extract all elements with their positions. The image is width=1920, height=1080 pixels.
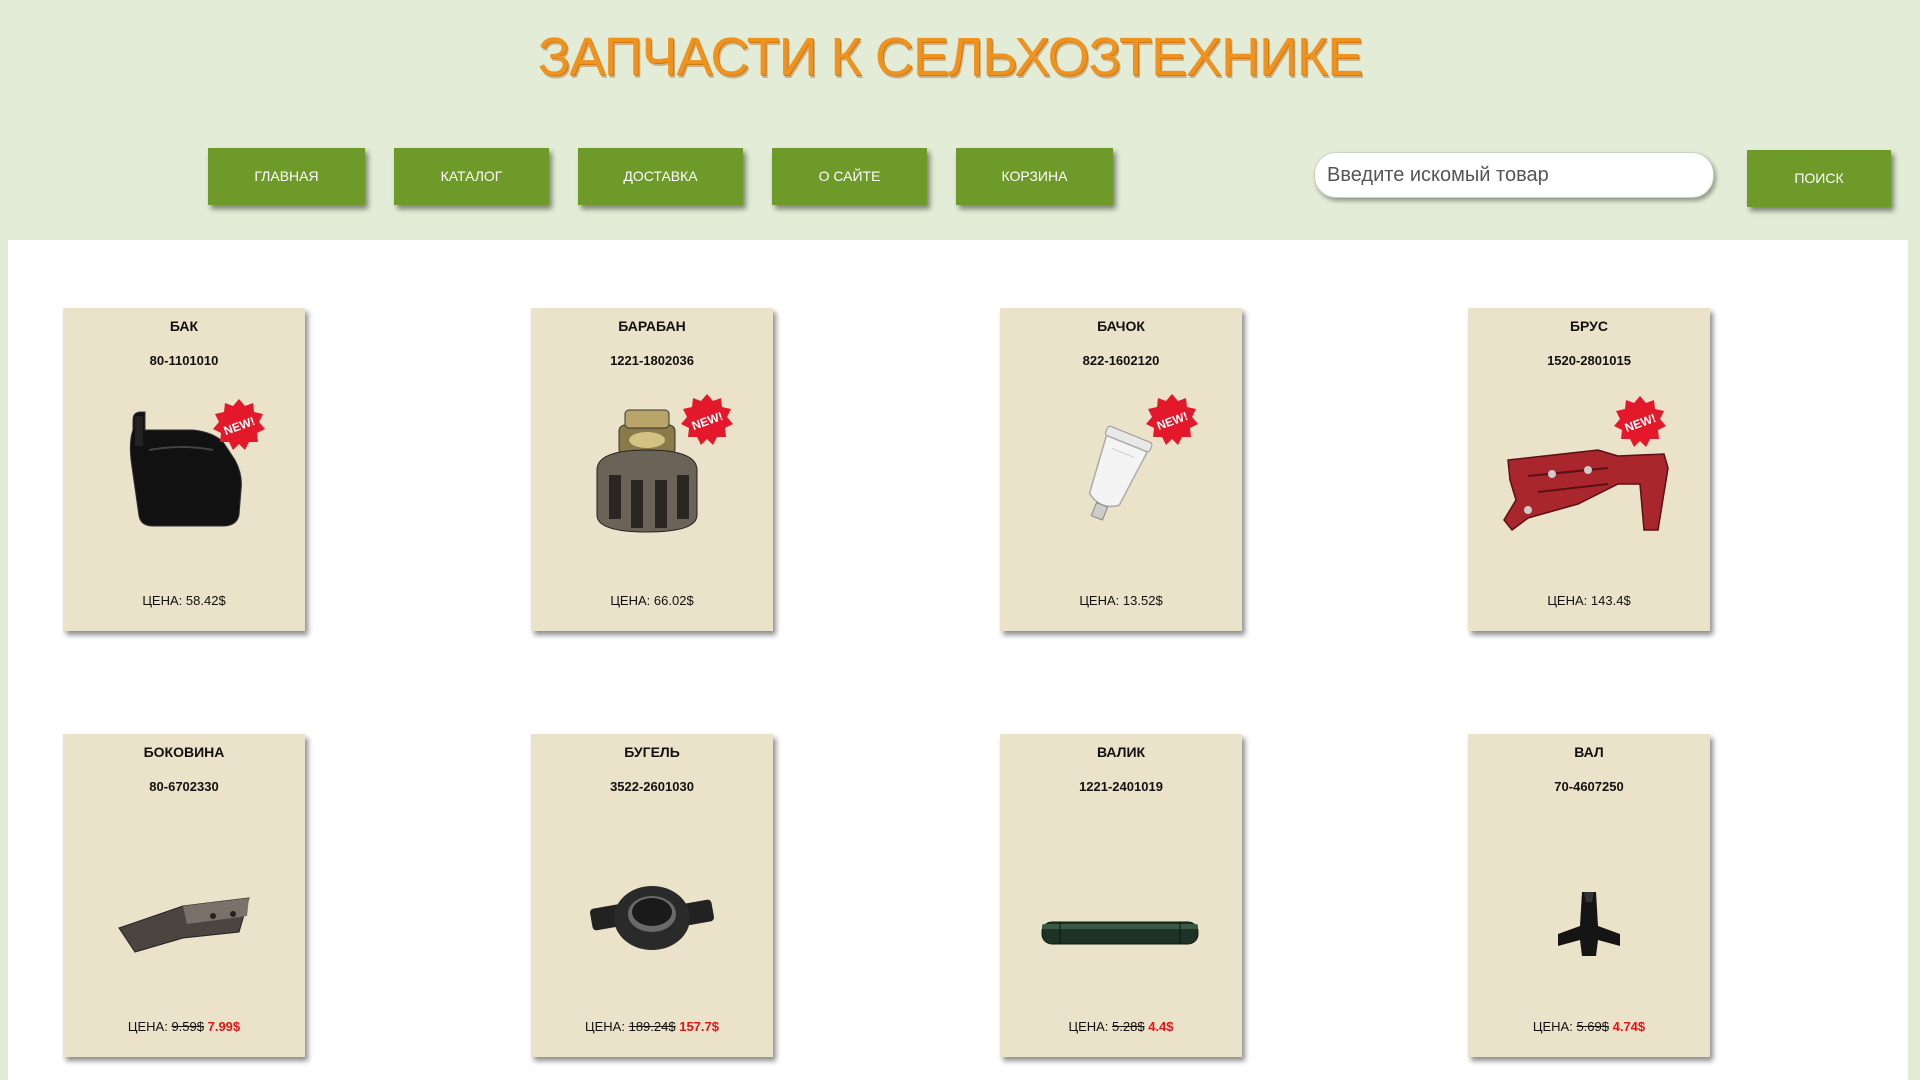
nav-button-home[interactable]: ГЛАВНАЯ <box>208 148 365 205</box>
search-input[interactable] <box>1314 152 1714 198</box>
product-name: БРУС <box>1569 318 1609 334</box>
product-card[interactable]: ВАЛИК 1221-2401019 ЦЕНА: 5.28$ 4.4$ <box>1000 734 1242 1057</box>
price-prefix: ЦЕНА: <box>585 1019 625 1034</box>
price-value: 66.02$ <box>653 593 694 608</box>
sale-price: 157.7$ <box>679 1019 719 1034</box>
bracket-icon <box>589 886 715 950</box>
product-code: 70-4607250 <box>1554 779 1624 794</box>
product-card[interactable]: БАЧОК 822-1602120 NEW! ЦЕНА: 13.52$ <box>1000 308 1242 631</box>
product-card[interactable]: ВАЛ 70-4607250 ЦЕНА: 5.69$ 4.74$ <box>1468 734 1710 1057</box>
price-prefix: ЦЕНА: <box>610 593 651 608</box>
product-card[interactable]: БУГЕЛЬ 3522-2601030 ЦЕНА: 189.24$ 157.7$ <box>531 734 773 1057</box>
product-code: 1520-2801015 <box>1547 353 1631 368</box>
product-card[interactable]: БОКОВИНА 80-6702330 ЦЕНА: 9.59$ 7.99$ <box>63 734 305 1057</box>
product-card[interactable]: БАРАБАН 1221-1802036 NEW! ЦЕНА: 66.02$ <box>531 308 773 631</box>
product-name: БАК <box>169 318 199 334</box>
product-code: 80-1101010 <box>149 353 219 368</box>
product-name: БАЧОК <box>1097 318 1145 334</box>
product-name: ВАЛ <box>1574 744 1604 760</box>
nav-button-cart[interactable]: КОРЗИНА <box>956 148 1113 205</box>
new-badge: NEW! <box>1614 396 1666 447</box>
roller-shaft-icon <box>1041 921 1199 945</box>
price-value: 13.52$ <box>1122 593 1163 608</box>
new-badge: NEW! <box>1146 394 1198 445</box>
product-code: 3522-2601030 <box>610 779 694 794</box>
product-code: 822-1602120 <box>1082 353 1160 368</box>
nav-button-about[interactable]: О САЙТЕ <box>772 148 927 205</box>
sale-price: 7.99$ <box>207 1019 241 1034</box>
product-price: ЦЕНА: 189.24$ 157.7$ <box>531 1019 773 1034</box>
price-prefix: ЦЕНА: <box>1068 1019 1109 1034</box>
old-price: 189.24$ <box>628 1019 676 1034</box>
product-price: ЦЕНА: 9.59$ 7.99$ <box>63 1019 305 1034</box>
product-name: БОКОВИНА <box>143 744 225 760</box>
nav-button-delivery[interactable]: ДОСТАВКА <box>578 148 743 205</box>
shaft-icon <box>1558 892 1620 956</box>
frame-beam-icon: NEW! <box>1503 396 1669 532</box>
old-price: 9.59$ <box>171 1019 204 1034</box>
site-title: ЗАПЧАСТИ К СЕЛЬХОЗТЕХНИКЕ <box>537 27 1364 87</box>
product-grid: БАК 80-1101010 NEW! ЦЕНА: 58.42$ БАРАБАН… <box>8 240 1908 1080</box>
drum-icon: NEW! <box>596 394 733 533</box>
fuel-tank-icon: NEW! <box>129 399 265 527</box>
price-prefix: ЦЕНА: <box>142 593 183 608</box>
old-price: 5.28$ <box>1112 1019 1145 1034</box>
product-card[interactable]: БРУС 1520-2801015 NEW! ЦЕНА: 143.4$ <box>1468 308 1710 631</box>
price-prefix: ЦЕНА: <box>1079 593 1120 608</box>
search-button[interactable]: ПОИСК <box>1747 150 1891 207</box>
sale-price: 4.74$ <box>1612 1019 1646 1034</box>
product-price: ЦЕНА: 143.4$ <box>1468 593 1710 608</box>
product-code: 80-6702330 <box>149 779 219 794</box>
new-badge: NEW! <box>681 394 733 445</box>
price-prefix: ЦЕНА: <box>127 1019 168 1034</box>
nav-button-catalog[interactable]: КАТАЛОГ <box>394 148 549 205</box>
product-price: ЦЕНА: 58.42$ <box>63 593 305 608</box>
old-price: 5.69$ <box>1576 1019 1609 1034</box>
product-price: ЦЕНА: 13.52$ <box>1000 593 1242 608</box>
price-prefix: ЦЕНА: <box>1547 593 1588 608</box>
product-card[interactable]: БАК 80-1101010 NEW! ЦЕНА: 58.42$ <box>63 308 305 631</box>
product-name: БАРАБАН <box>618 318 686 334</box>
price-value: 143.4$ <box>1590 593 1631 608</box>
product-price: ЦЕНА: 5.28$ 4.4$ <box>1000 1019 1242 1034</box>
product-price: ЦЕНА: 5.69$ 4.74$ <box>1468 1019 1710 1034</box>
product-code: 1221-1802036 <box>610 353 694 368</box>
product-code: 1221-2401019 <box>1079 779 1163 794</box>
product-name: ВАЛИК <box>1096 744 1146 760</box>
site-header: ЗАПЧАСТИ К СЕЛЬХОЗТЕХНИКЕ ГЛАВНАЯ КАТАЛО… <box>0 0 1920 240</box>
price-value: 58.42$ <box>185 593 226 608</box>
product-price: ЦЕНА: 66.02$ <box>531 593 773 608</box>
price-prefix: ЦЕНА: <box>1532 1019 1573 1034</box>
side-panel-icon <box>118 897 250 953</box>
product-name: БУГЕЛЬ <box>624 744 680 760</box>
reservoir-icon: NEW! <box>1088 394 1198 521</box>
sale-price: 4.4$ <box>1148 1019 1174 1034</box>
